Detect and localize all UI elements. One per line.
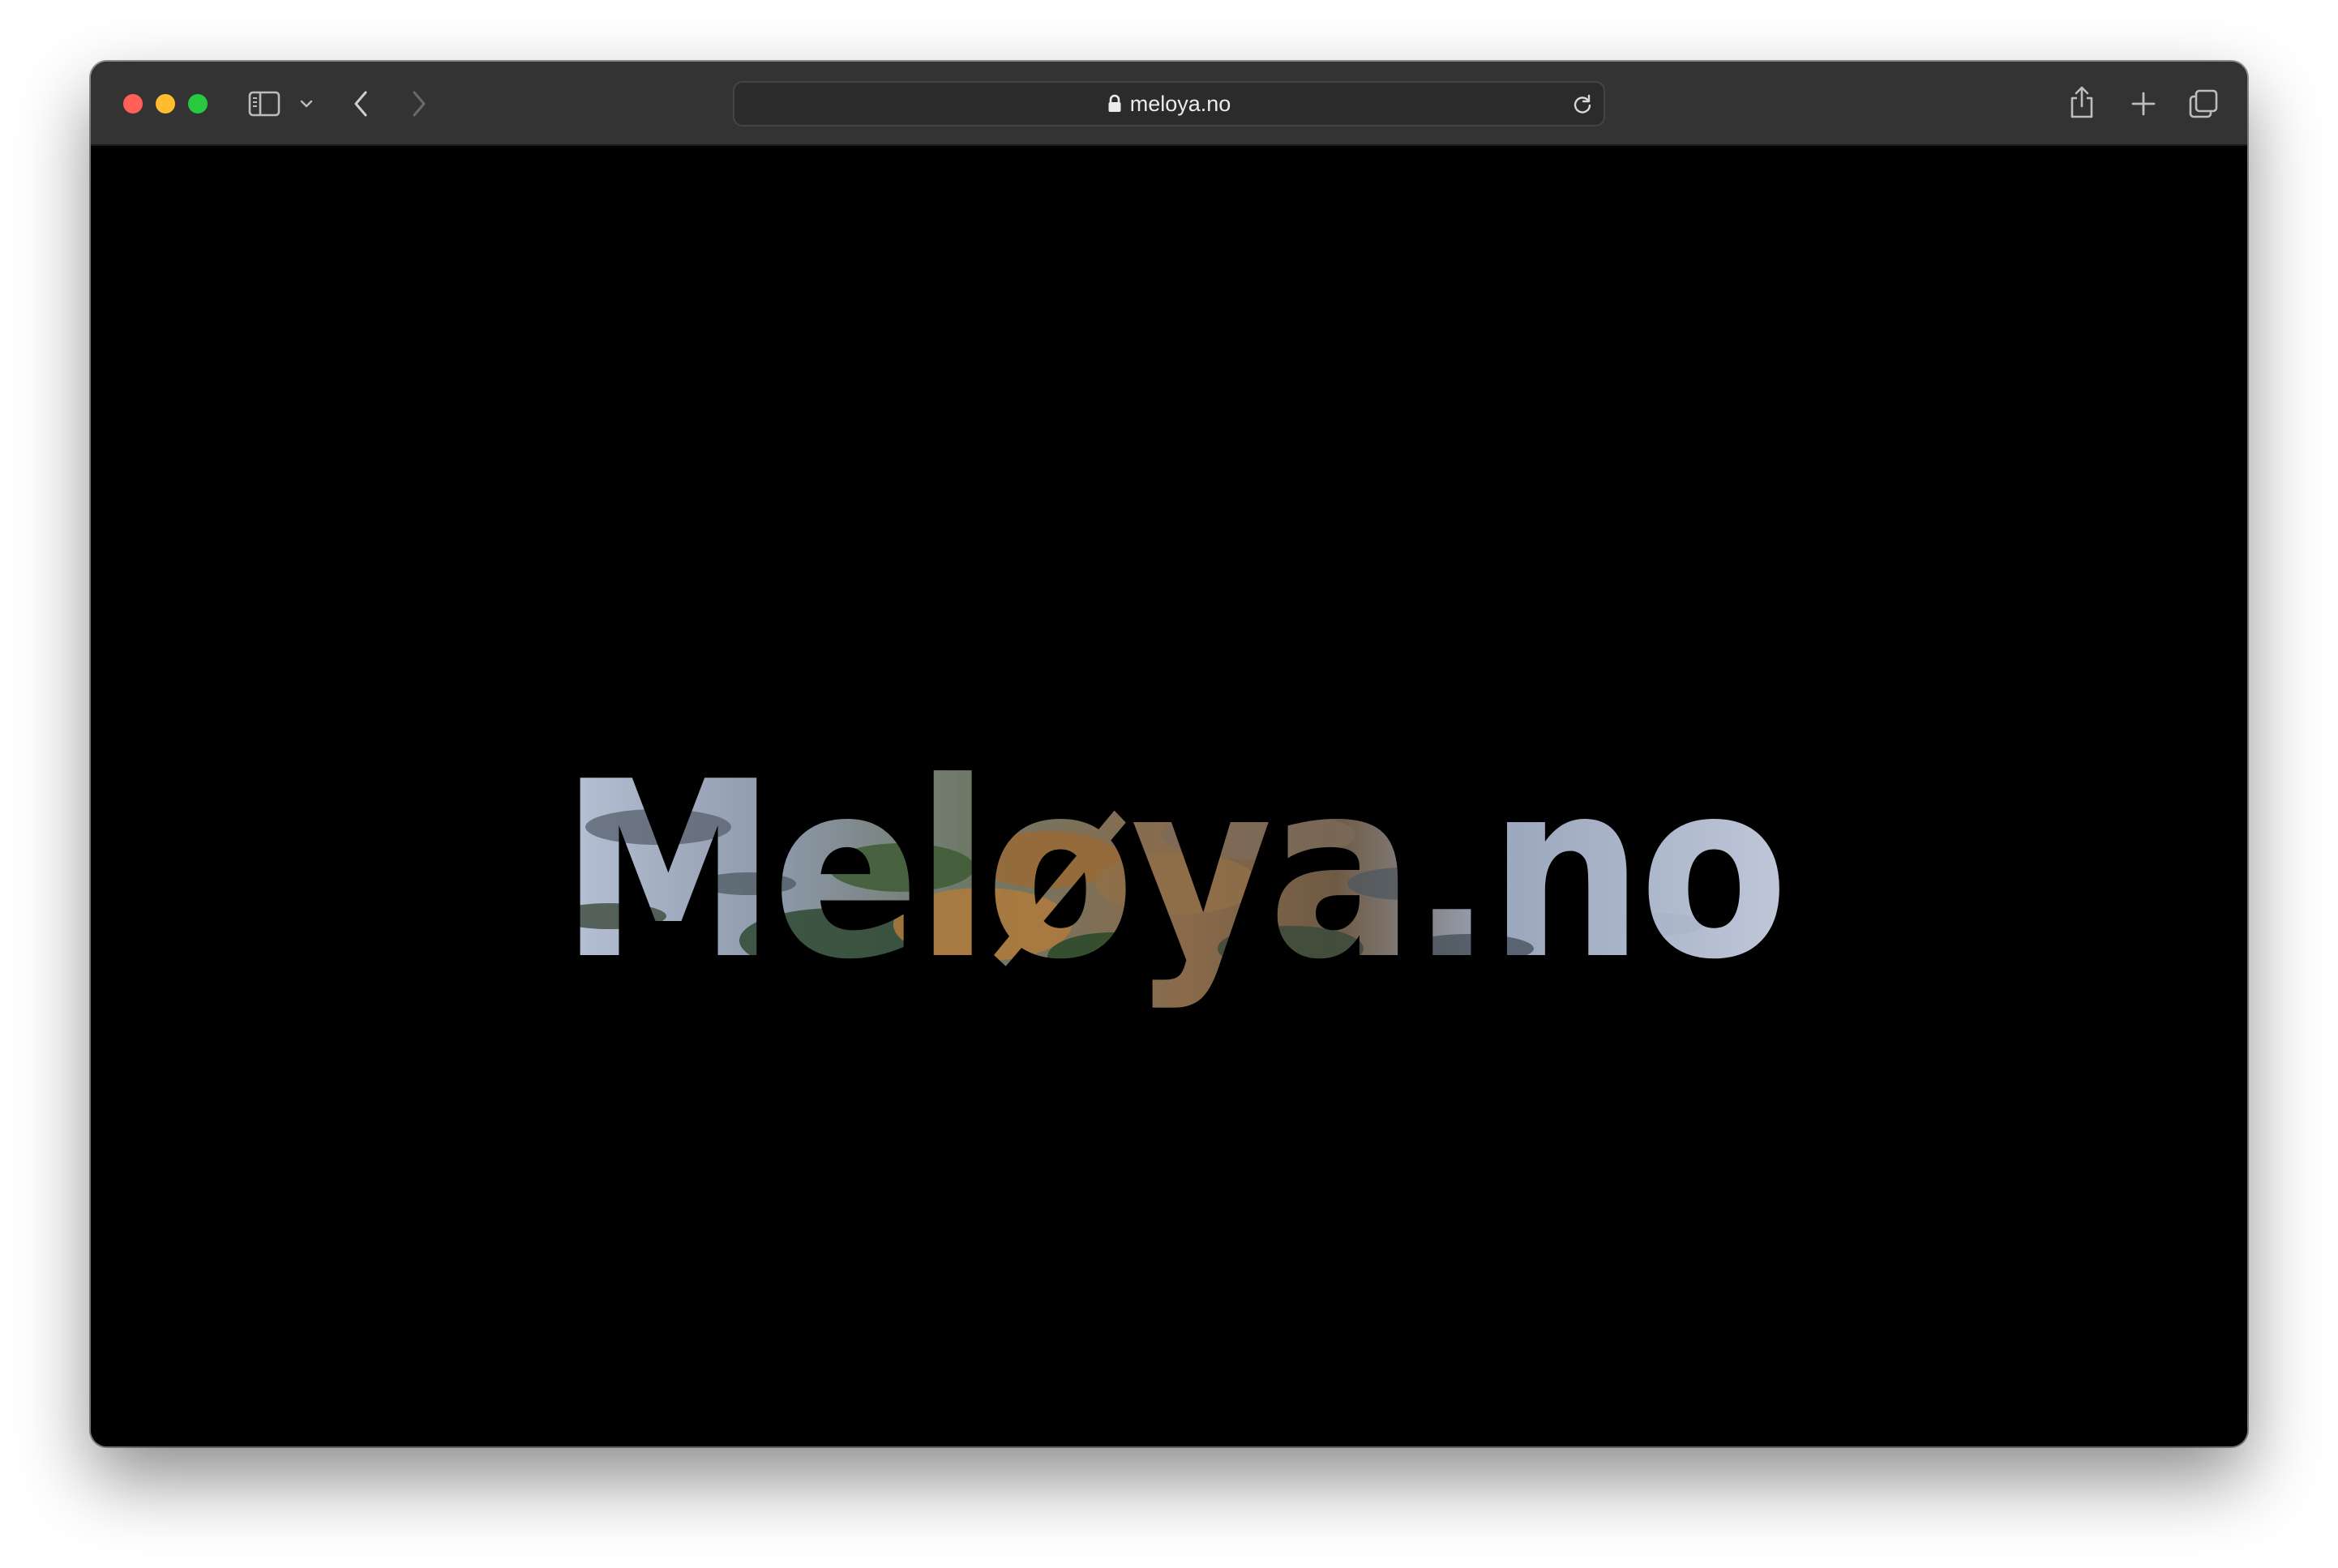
lock-icon bbox=[1107, 94, 1122, 114]
browser-toolbar: meloya.no bbox=[91, 62, 2247, 146]
address-bar[interactable]: meloya.no bbox=[733, 81, 1605, 126]
zoom-window-button[interactable] bbox=[188, 94, 208, 114]
minimize-window-button[interactable] bbox=[156, 94, 175, 114]
hero-title: Meløya.no bbox=[560, 730, 1784, 1013]
chevron-right-icon[interactable] bbox=[407, 86, 431, 122]
hero-logo: Meløya.no bbox=[560, 730, 1789, 1013]
close-window-button[interactable] bbox=[123, 94, 143, 114]
tab-overview-icon[interactable] bbox=[2186, 86, 2221, 122]
page-content: Meløya.no bbox=[91, 146, 2247, 1446]
sidebar-icon[interactable] bbox=[246, 88, 282, 120]
chevron-down-icon[interactable] bbox=[298, 94, 315, 114]
address-bar-url: meloya.no bbox=[1129, 91, 1231, 116]
reload-icon[interactable] bbox=[1571, 92, 1594, 115]
chevron-left-icon[interactable] bbox=[349, 86, 373, 122]
plus-icon[interactable] bbox=[2127, 88, 2160, 120]
share-icon[interactable] bbox=[2066, 83, 2098, 122]
browser-window: meloya.no Meløya.no bbox=[91, 62, 2247, 1446]
